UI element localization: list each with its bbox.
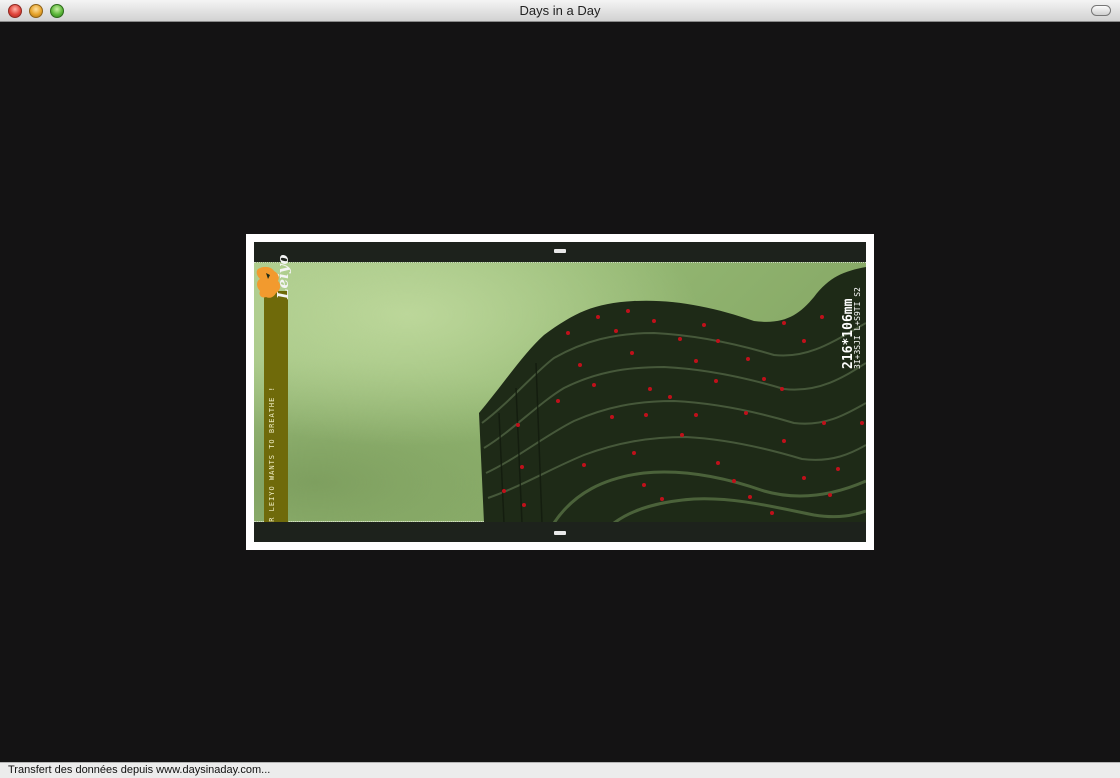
world-map-icon [256, 266, 281, 298]
caption-text: MR LEIYO WANTS TO BREATHE ! [268, 386, 276, 527]
top-drag-handle[interactable] [554, 249, 566, 253]
building-photo[interactable]: MR LEIYO WANTS TO BREATHE ! Leiyo 216*10… [254, 254, 866, 535]
top-strip [254, 242, 866, 262]
title-bar: Days in a Day [0, 0, 1120, 22]
status-bar: Transfert des données depuis www.daysina… [0, 762, 1120, 778]
artwork-canvas: MR LEIYO WANTS TO BREATHE ! Leiyo 216*10… [254, 242, 866, 542]
artwork-frame: MR LEIYO WANTS TO BREATHE ! Leiyo 216*10… [246, 234, 874, 550]
dimensions-subtitle: 3I+3SJI L+S9TI S2 [853, 287, 862, 369]
content-area: MR LEIYO WANTS TO BREATHE ! Leiyo 216*10… [0, 22, 1120, 762]
status-text: Transfert des données depuis www.daysina… [8, 764, 271, 776]
bottom-drag-handle[interactable] [554, 531, 566, 535]
window-title: Days in a Day [519, 3, 601, 18]
building-illustration [479, 267, 866, 523]
toolbar-toggle-button[interactable] [1091, 5, 1111, 16]
bottom-strip [254, 522, 866, 542]
caption-sidebar: MR LEIYO WANTS TO BREATHE ! [264, 291, 288, 535]
